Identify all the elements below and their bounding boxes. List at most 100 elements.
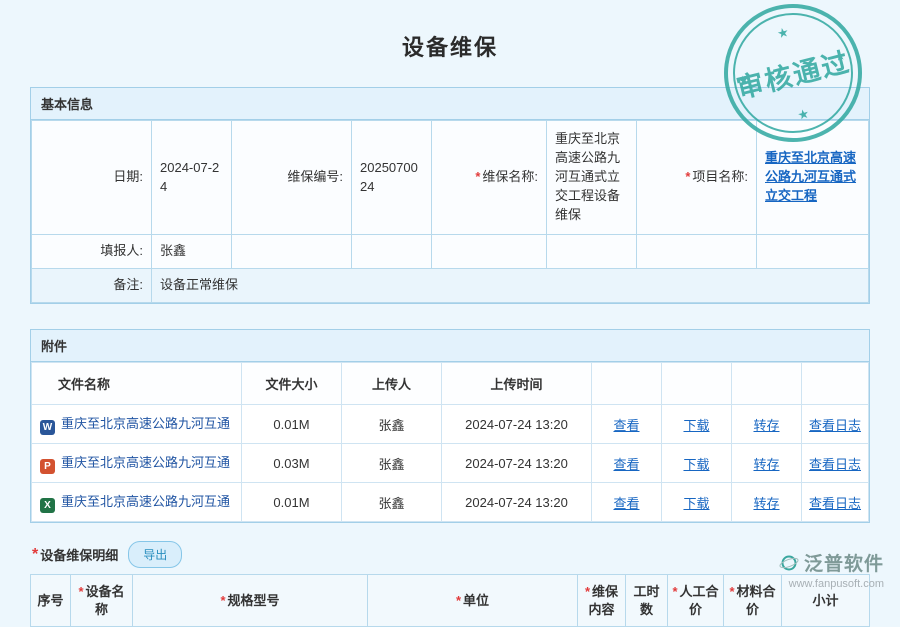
- material-total-header-text: 材料合价: [737, 584, 776, 617]
- vendor-url: www.fanpusoft.com: [779, 578, 884, 590]
- empty-cell: [232, 235, 352, 269]
- maintenance-content-header: *维保内容: [578, 575, 626, 627]
- details-section-title: 设备维保明细: [40, 545, 118, 564]
- required-marker: *: [585, 584, 590, 599]
- empty-header: [802, 363, 869, 405]
- reporter-value: 张鑫: [152, 235, 232, 269]
- remark-value: 设备正常维保: [152, 269, 869, 303]
- empty-cell: [547, 235, 637, 269]
- file-size: 0.03M: [242, 444, 342, 483]
- file-size-header: 文件大小: [242, 363, 342, 405]
- view-cell: 查看: [592, 405, 662, 444]
- transfer-cell: 转存: [732, 444, 802, 483]
- export-button[interactable]: 导出: [128, 541, 182, 568]
- attachments-header-row: 文件名称 文件大小 上传人 上传时间: [32, 363, 869, 405]
- page: 设备维保 基本信息 日期: 2024-07-24 维保编号: 202507002…: [0, 0, 900, 600]
- vendor-brand: 泛普软件: [804, 549, 884, 576]
- attachment-row: 重庆至北京高速公路九河互通 0.03M 张鑫 2024-07-24 13:20 …: [32, 444, 869, 483]
- unit-header: *单位: [368, 575, 578, 627]
- required-marker: *: [78, 584, 83, 599]
- work-hours-header: 工时数: [626, 575, 668, 627]
- seq-header: 序号: [31, 575, 71, 627]
- empty-cell: [432, 235, 547, 269]
- maintenance-no-label: 维保编号:: [232, 121, 352, 235]
- view-log-cell: 查看日志: [802, 483, 869, 522]
- spec-model-header: *规格型号: [133, 575, 368, 627]
- required-marker: *: [475, 169, 480, 184]
- equipment-name-header: *设备名称: [71, 575, 133, 627]
- maintenance-no-value: 2025070024: [352, 121, 432, 235]
- view-log-link[interactable]: 查看日志: [809, 457, 861, 472]
- ppt-file-icon: [40, 459, 55, 474]
- reporter-label: 填报人:: [32, 235, 152, 269]
- uploader: 张鑫: [342, 444, 442, 483]
- upload-time: 2024-07-24 13:20: [442, 483, 592, 522]
- spec-model-header-text: 规格型号: [228, 593, 280, 608]
- view-link[interactable]: 查看: [613, 457, 639, 472]
- basic-info-remark-row: 备注: 设备正常维保: [32, 269, 869, 303]
- basic-info-row-2: 填报人: 张鑫: [32, 235, 869, 269]
- required-marker: *: [220, 593, 225, 608]
- unit-header-text: 单位: [463, 593, 489, 608]
- attachments-section-header: 附件: [31, 330, 869, 362]
- file-size: 0.01M: [242, 483, 342, 522]
- empty-cell: [352, 235, 432, 269]
- basic-info-section-header: 基本信息: [31, 88, 869, 120]
- view-link[interactable]: 查看: [613, 496, 639, 511]
- file-name: 重庆至北京高速公路九河互通: [61, 494, 230, 509]
- upload-time: 2024-07-24 13:20: [442, 444, 592, 483]
- required-marker: *: [729, 584, 734, 599]
- transfer-link[interactable]: 转存: [753, 496, 779, 511]
- empty-cell: [637, 235, 757, 269]
- empty-header: [592, 363, 662, 405]
- download-link[interactable]: 下载: [683, 418, 709, 433]
- word-file-icon: [40, 420, 55, 435]
- transfer-link[interactable]: 转存: [753, 457, 779, 472]
- file-name-cell: 重庆至北京高速公路九河互通: [32, 444, 242, 483]
- vendor-brand-row: 泛普软件: [779, 549, 884, 576]
- maintenance-name-label: *维保名称:: [432, 121, 547, 235]
- labor-total-header: *人工合价: [668, 575, 724, 627]
- file-name-cell: 重庆至北京高速公路九河互通: [32, 483, 242, 522]
- download-link[interactable]: 下载: [683, 457, 709, 472]
- uploader: 张鑫: [342, 483, 442, 522]
- date-label: 日期:: [32, 121, 152, 235]
- details-titlebar: * 设备维保明细 导出: [30, 539, 870, 574]
- project-name-label: *项目名称:: [637, 121, 757, 235]
- maintenance-name-label-text: 维保名称:: [482, 169, 538, 184]
- view-log-cell: 查看日志: [802, 405, 869, 444]
- upload-time-header: 上传时间: [442, 363, 592, 405]
- view-link[interactable]: 查看: [613, 418, 639, 433]
- page-title: 设备维保: [0, 0, 900, 62]
- download-cell: 下载: [662, 405, 732, 444]
- attachment-row: 重庆至北京高速公路九河互通 0.01M 张鑫 2024-07-24 13:20 …: [32, 405, 869, 444]
- transfer-cell: 转存: [732, 483, 802, 522]
- view-cell: 查看: [592, 483, 662, 522]
- date-value: 2024-07-24: [152, 121, 232, 235]
- details-section: * 设备维保明细 导出 序号 *设备名称 *规格型号 *单位 *维保内容 工时数…: [30, 539, 870, 627]
- transfer-link[interactable]: 转存: [753, 418, 779, 433]
- file-size: 0.01M: [242, 405, 342, 444]
- attachment-row: 重庆至北京高速公路九河互通 0.01M 张鑫 2024-07-24 13:20 …: [32, 483, 869, 522]
- file-name-header: 文件名称: [32, 363, 242, 405]
- remark-label: 备注:: [32, 269, 152, 303]
- view-log-cell: 查看日志: [802, 444, 869, 483]
- maintenance-content-header-text: 维保内容: [588, 584, 618, 617]
- required-marker: *: [685, 169, 690, 184]
- empty-header: [662, 363, 732, 405]
- stamp-star-icon: ★: [737, 72, 751, 88]
- fanpu-logo-icon: [779, 553, 799, 573]
- view-log-link[interactable]: 查看日志: [809, 496, 861, 511]
- material-total-header: *材料合价: [724, 575, 782, 627]
- project-name-label-text: 项目名称:: [692, 169, 748, 184]
- download-cell: 下载: [662, 444, 732, 483]
- project-name-link[interactable]: 重庆至北京高速公路九河互通式立交工程: [765, 150, 856, 203]
- basic-info-section: 基本信息 日期: 2024-07-24 维保编号: 2025070024 *维保…: [30, 87, 870, 304]
- basic-info-table: 日期: 2024-07-24 维保编号: 2025070024 *维保名称: 重…: [31, 120, 869, 303]
- uploader: 张鑫: [342, 405, 442, 444]
- transfer-cell: 转存: [732, 405, 802, 444]
- file-name-cell: 重庆至北京高速公路九河互通: [32, 405, 242, 444]
- equipment-name-header-text: 设备名称: [86, 584, 125, 617]
- view-log-link[interactable]: 查看日志: [809, 418, 861, 433]
- download-link[interactable]: 下载: [683, 496, 709, 511]
